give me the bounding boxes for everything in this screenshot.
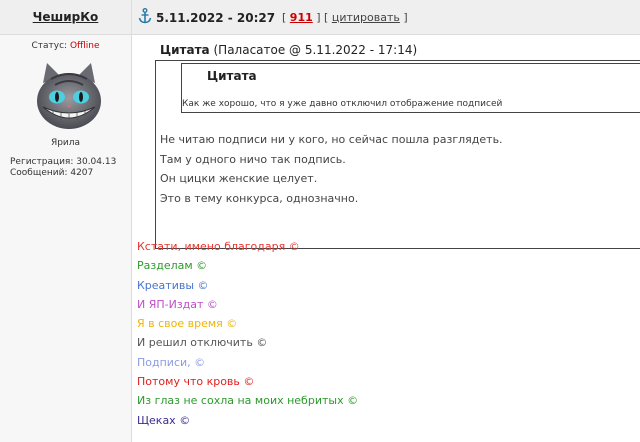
post-number-link[interactable]: 911 [290,11,313,24]
post-header-author: ЧеширКо [0,0,132,35]
message-line: Щеках © [137,413,191,427]
quote-meta: (Паласатое @ 5.11.2022 - 17:14) [213,43,418,57]
quote-link[interactable]: цитировать [332,11,400,24]
registration-date: Регистрация: 30.04.13 [10,157,117,167]
post-message: Кстати, имено благодаря © Разделам © Кре… [137,237,358,430]
status-line: Статус: Offline [0,41,131,51]
quote-line: Он цицки женские целует. [160,172,318,186]
quote-box: Цитата Как же хорошо, что я уже давно от… [155,60,640,249]
user-rank: Ярила [50,138,81,148]
post-header-info: 5.11.2022 - 20:27 [ 911 ] [ цитировать ] [132,0,640,35]
cheshire-cat-avatar-icon [37,63,101,129]
quote-line: Не читаю подписи ни у кого, но сейчас по… [160,133,503,146]
message-line: Из глаз не сохла на моих небритых © [137,394,359,408]
quote-header: Цитата (Паласатое @ 5.11.2022 - 17:14) [160,43,417,57]
anchor-icon[interactable] [138,8,152,24]
message-line: И ЯП-Издат © [137,297,218,311]
username-link[interactable]: ЧеширКо [0,10,131,24]
status-value: Offline [69,41,100,51]
post-actions: [ 911 ] [ цитировать ] [282,11,408,24]
nested-quote-text: Как же хорошо, что я уже давно отключил … [182,99,503,109]
post-body: Цитата (Паласатое @ 5.11.2022 - 17:14) Ц… [132,35,640,442]
message-count: Сообщений: 4207 [10,168,94,178]
user-stats: Регистрация: 30.04.13 Сообщений: 4207 [10,157,116,179]
message-line: И решил отключить © [137,336,268,350]
forum-post: ЧеширКо 5.11.2022 - 20:27 [ 911 ] [ цити… [0,0,640,442]
quote-line: Там у одного ничо так подпись. [160,152,346,166]
nested-quote-title: Цитата [207,69,257,83]
nested-quote-box: Цитата Как же хорошо, что я уже давно от… [181,63,640,113]
message-line: Потому что кровь © [137,375,255,389]
message-line: Я в свое время © [137,317,238,331]
author-profile: Статус: Offline Ярила Регистрация: 30.04… [0,35,132,442]
message-line: Разделам © [137,259,208,273]
status-label: Статус: [31,41,68,51]
quote-title: Цитата [160,43,210,57]
message-line: Креативы © [137,278,209,292]
quote-text: Не читаю подписи ни у кого, но сейчас по… [160,130,503,209]
message-line: Кстати, имено благодаря © [137,240,300,253]
quote-line: Это в тему конкурса, однозначно. [160,192,359,206]
message-line: Подписи, © [137,355,206,369]
post-datetime: 5.11.2022 - 20:27 [156,11,276,25]
